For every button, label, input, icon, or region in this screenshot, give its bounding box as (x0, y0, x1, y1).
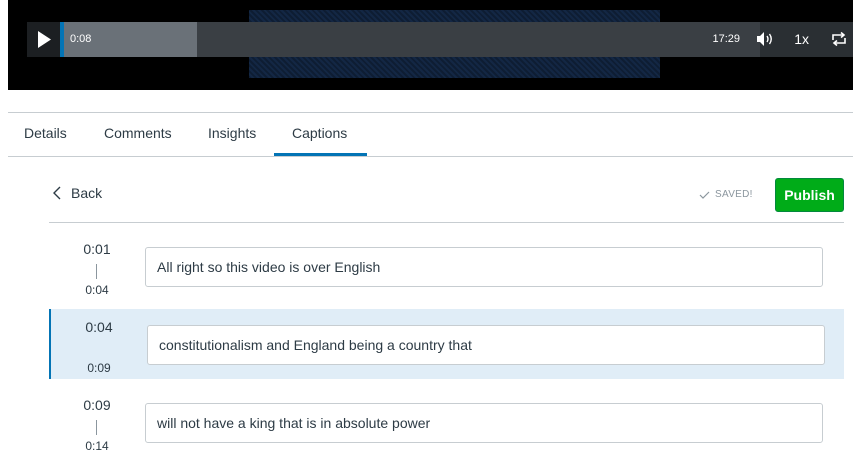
tab-comments[interactable]: Comments (104, 125, 172, 141)
tab-details[interactable]: Details (24, 125, 67, 141)
caption-start-time: 0:01 (83, 241, 111, 257)
caption-start-time: 0:04 (85, 319, 113, 335)
volume-button[interactable] (756, 31, 774, 52)
active-tab-indicator (274, 153, 367, 156)
progress-head[interactable] (60, 22, 64, 57)
media-tabs: Details Comments Insights Captions (8, 112, 853, 157)
check-icon (699, 191, 710, 199)
caption-row: 0:09 0:14 (49, 387, 844, 454)
video-player: 0:08 17:29 1x (8, 0, 853, 90)
caption-text-input[interactable] (147, 325, 825, 365)
current-time: 0:08 (70, 33, 92, 45)
play-icon (38, 31, 51, 48)
time-range-line (96, 264, 97, 279)
tab-insights[interactable]: Insights (208, 125, 256, 141)
player-controlbar: 0:08 17:29 1x (27, 22, 853, 57)
saved-label: SAVED! (715, 189, 753, 200)
tab-captions[interactable]: Captions (292, 125, 347, 141)
loop-button[interactable] (831, 31, 847, 52)
volume-icon (757, 32, 772, 46)
caption-start-time: 0:09 (83, 397, 111, 413)
caption-end-time: 0:04 (85, 283, 109, 297)
caption-end-time: 0:09 (87, 361, 111, 375)
chevron-left-icon (53, 186, 61, 200)
back-label: Back (71, 185, 103, 201)
play-button[interactable] (27, 22, 60, 57)
caption-row-active: 0:04 0:09 (49, 309, 844, 379)
saved-status: SAVED! (699, 189, 753, 200)
progress-bar[interactable]: 0:08 (60, 22, 760, 57)
loop-icon (832, 31, 846, 47)
caption-text-input[interactable] (145, 403, 823, 443)
back-button[interactable]: Back (52, 185, 102, 201)
divider (49, 222, 844, 223)
caption-end-time: 0:14 (85, 439, 109, 453)
total-time: 17:29 (712, 33, 740, 45)
publish-button[interactable]: Publish (775, 178, 844, 212)
caption-row: 0:01 0:04 (49, 231, 844, 301)
caption-text-input[interactable] (145, 247, 823, 287)
time-range-line (96, 420, 97, 435)
playback-speed-button[interactable]: 1x (794, 31, 809, 47)
